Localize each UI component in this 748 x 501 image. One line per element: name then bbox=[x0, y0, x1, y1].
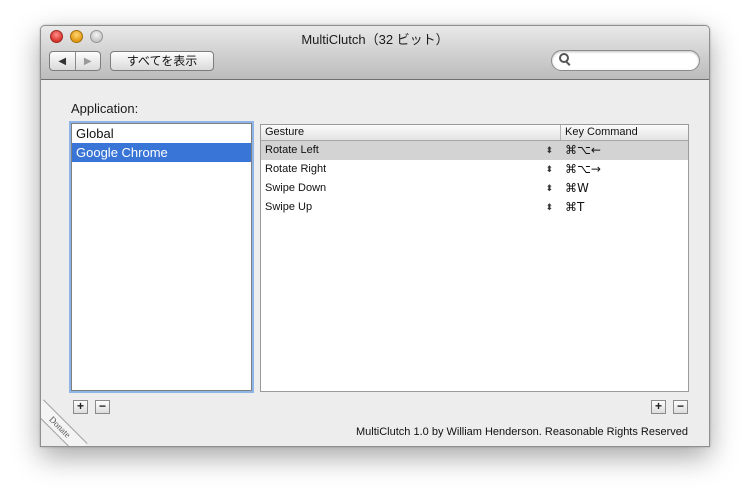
key-command-cell[interactable]: ⌘W bbox=[561, 179, 688, 198]
table-row[interactable]: Swipe Up ⬍ ⌘T bbox=[261, 198, 688, 217]
application-item-global[interactable]: Global bbox=[72, 124, 251, 143]
search-field[interactable] bbox=[551, 50, 700, 71]
remove-application-button[interactable]: − bbox=[95, 400, 110, 414]
credits-text: MultiClutch 1.0 by William Henderson. Re… bbox=[356, 426, 688, 438]
gesture-cell: Rotate Right bbox=[265, 163, 327, 175]
table-row[interactable]: Rotate Right ⬍ ⌘⌥→ bbox=[261, 160, 688, 179]
search-input[interactable] bbox=[574, 53, 696, 69]
back-forward-control: ◀ ▶ bbox=[49, 51, 101, 71]
column-header-key-command[interactable]: Key Command bbox=[561, 125, 688, 140]
popup-arrows-icon[interactable]: ⬍ bbox=[545, 179, 553, 198]
back-arrow-icon[interactable]: ◀ bbox=[50, 52, 75, 70]
remove-gesture-button[interactable]: − bbox=[673, 400, 688, 414]
table-row[interactable]: Swipe Down ⬍ ⌘W bbox=[261, 179, 688, 198]
key-command-cell[interactable]: ⌘T bbox=[561, 198, 688, 217]
table-header: Gesture Key Command bbox=[261, 125, 688, 141]
key-command-cell[interactable]: ⌘⌥← bbox=[561, 141, 688, 160]
add-gesture-button[interactable]: + bbox=[651, 400, 666, 414]
gesture-cell: Rotate Left bbox=[265, 144, 319, 156]
preferences-window: MultiClutch（32 ビット） ◀ ▶ すべてを表示 Applicati… bbox=[40, 25, 710, 447]
popup-arrows-icon[interactable]: ⬍ bbox=[545, 198, 553, 217]
magnifier-icon bbox=[559, 53, 571, 66]
window-title: MultiClutch（32 ビット） bbox=[301, 32, 449, 47]
gesture-cell: Swipe Up bbox=[265, 201, 313, 213]
key-command-cell[interactable]: ⌘⌥→ bbox=[561, 160, 688, 179]
gesture-cell: Swipe Down bbox=[265, 182, 327, 194]
application-item-google-chrome[interactable]: Google Chrome bbox=[72, 143, 251, 162]
gesture-table: Gesture Key Command Rotate Left ⬍ ⌘⌥← Ro… bbox=[260, 124, 689, 392]
title-toolbar: MultiClutch（32 ビット） ◀ ▶ すべてを表示 bbox=[41, 26, 709, 80]
show-all-button[interactable]: すべてを表示 bbox=[110, 51, 214, 71]
column-header-gesture[interactable]: Gesture bbox=[261, 125, 561, 140]
table-row[interactable]: Rotate Left ⬍ ⌘⌥← bbox=[261, 141, 688, 160]
application-list[interactable]: Global Google Chrome bbox=[71, 123, 252, 391]
forward-arrow-icon[interactable]: ▶ bbox=[74, 52, 101, 70]
popup-arrows-icon[interactable]: ⬍ bbox=[545, 160, 553, 179]
application-label: Application: bbox=[71, 101, 139, 116]
popup-arrows-icon[interactable]: ⬍ bbox=[545, 141, 553, 160]
add-application-button[interactable]: + bbox=[73, 400, 88, 414]
